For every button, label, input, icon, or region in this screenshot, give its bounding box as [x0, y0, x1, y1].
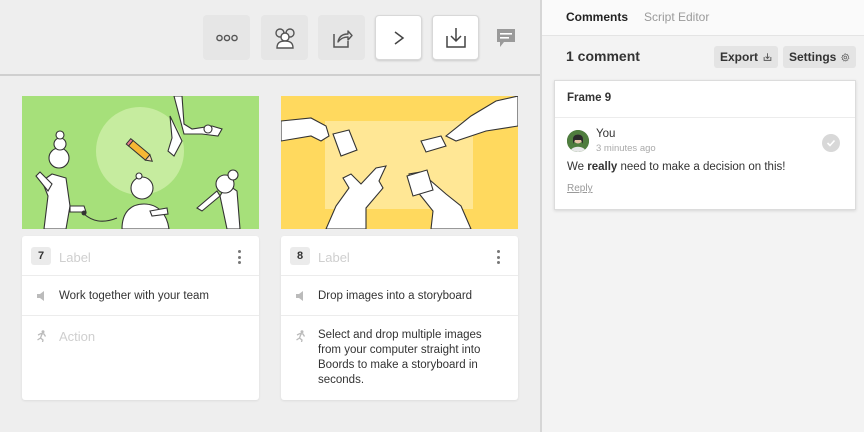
frame-card-8[interactable]: 8 Label Drop images into a storyboard Se… — [281, 96, 518, 400]
tab-script-editor[interactable]: Script Editor — [644, 10, 709, 24]
gear-icon — [841, 52, 850, 62]
frame-details-7: 7 Label Work together with your team Act… — [22, 236, 259, 400]
comment-author: You — [596, 128, 616, 140]
export-label: Export — [720, 50, 759, 64]
action-row[interactable]: Select and drop multiple images from you… — [281, 316, 518, 400]
share-icon — [332, 29, 353, 48]
ellipsis-icon — [215, 34, 238, 41]
comment-thread-card: Frame 9 You 3 minutes ago We really need… — [554, 80, 856, 210]
frame-number-badge: 7 — [31, 247, 51, 265]
sound-text[interactable]: Drop images into a storyboard — [318, 289, 472, 304]
frame-image-8[interactable] — [281, 96, 518, 229]
frame-menu-kebab-icon[interactable] — [232, 248, 246, 266]
team-button[interactable] — [261, 15, 308, 60]
tab-comments[interactable]: Comments — [566, 10, 628, 24]
frame-number-badge: 8 — [290, 247, 310, 265]
label-placeholder[interactable]: Label — [59, 250, 91, 265]
frame-card-7[interactable]: 7 Label Work together with your team Act… — [22, 96, 259, 400]
speaker-icon — [296, 291, 303, 301]
comment-count: 1 comment — [566, 48, 640, 64]
toolbar-divider — [0, 74, 540, 76]
comment-icon — [497, 29, 515, 47]
download-icon — [763, 53, 772, 61]
action-row[interactable]: Action — [22, 316, 259, 400]
label-row[interactable]: 8 Label — [281, 236, 518, 276]
avatar — [567, 130, 589, 152]
frame-menu-kebab-icon[interactable] — [491, 248, 505, 266]
comment-frame-title[interactable]: Frame 9 — [567, 92, 611, 104]
settings-label: Settings — [789, 50, 837, 64]
label-placeholder[interactable]: Label — [318, 250, 350, 265]
team-icon — [274, 27, 295, 49]
resolve-check-button[interactable] — [822, 134, 840, 152]
running-figure-icon — [296, 330, 306, 342]
download-icon — [445, 27, 466, 48]
action-text[interactable]: Select and drop multiple images from you… — [318, 328, 482, 388]
settings-button[interactable]: Settings — [783, 46, 856, 68]
comment-text-end: need to make a decision on this! — [617, 161, 786, 173]
play-icon — [394, 30, 404, 45]
frame-image-7[interactable] — [22, 96, 259, 229]
action-placeholder[interactable]: Action — [59, 329, 95, 344]
storyboard-workspace: 7 Label Work together with your team Act… — [0, 0, 540, 432]
frame-details-8: 8 Label Drop images into a storyboard Se… — [281, 236, 518, 400]
comment-toggle-button[interactable] — [494, 26, 518, 50]
download-button[interactable] — [432, 15, 479, 60]
team-illustration — [22, 96, 259, 229]
comment-text-bold: really — [587, 161, 618, 173]
reply-link[interactable]: Reply — [567, 183, 593, 194]
action-text-line: seconds. — [318, 374, 365, 386]
comment-timestamp: 3 minutes ago — [596, 143, 656, 154]
label-row[interactable]: 7 Label — [22, 236, 259, 276]
storyboard-illustration — [281, 96, 518, 229]
sound-row[interactable]: Work together with your team — [22, 276, 259, 316]
share-button[interactable] — [318, 15, 365, 60]
comment-text-start: We — [567, 161, 588, 173]
panel-tabs: Comments Script Editor — [542, 0, 864, 36]
sound-row[interactable]: Drop images into a storyboard — [281, 276, 518, 316]
divider — [555, 117, 855, 118]
sound-text[interactable]: Work together with your team — [59, 289, 209, 304]
export-button[interactable]: Export — [714, 46, 778, 68]
action-text-line: from your computer straight into — [318, 344, 481, 356]
action-text-line: Boords to make a storyboard in — [318, 359, 478, 371]
running-figure-icon — [37, 330, 47, 342]
comment-body: We really need to make a decision on thi… — [567, 161, 785, 173]
action-text-line: Select and drop multiple images — [318, 329, 482, 341]
comments-panel: Comments Script Editor 1 comment Export … — [540, 0, 864, 432]
play-button[interactable] — [375, 15, 422, 60]
check-icon — [826, 139, 836, 147]
speaker-icon — [37, 291, 44, 301]
more-options-button[interactable] — [203, 15, 250, 60]
